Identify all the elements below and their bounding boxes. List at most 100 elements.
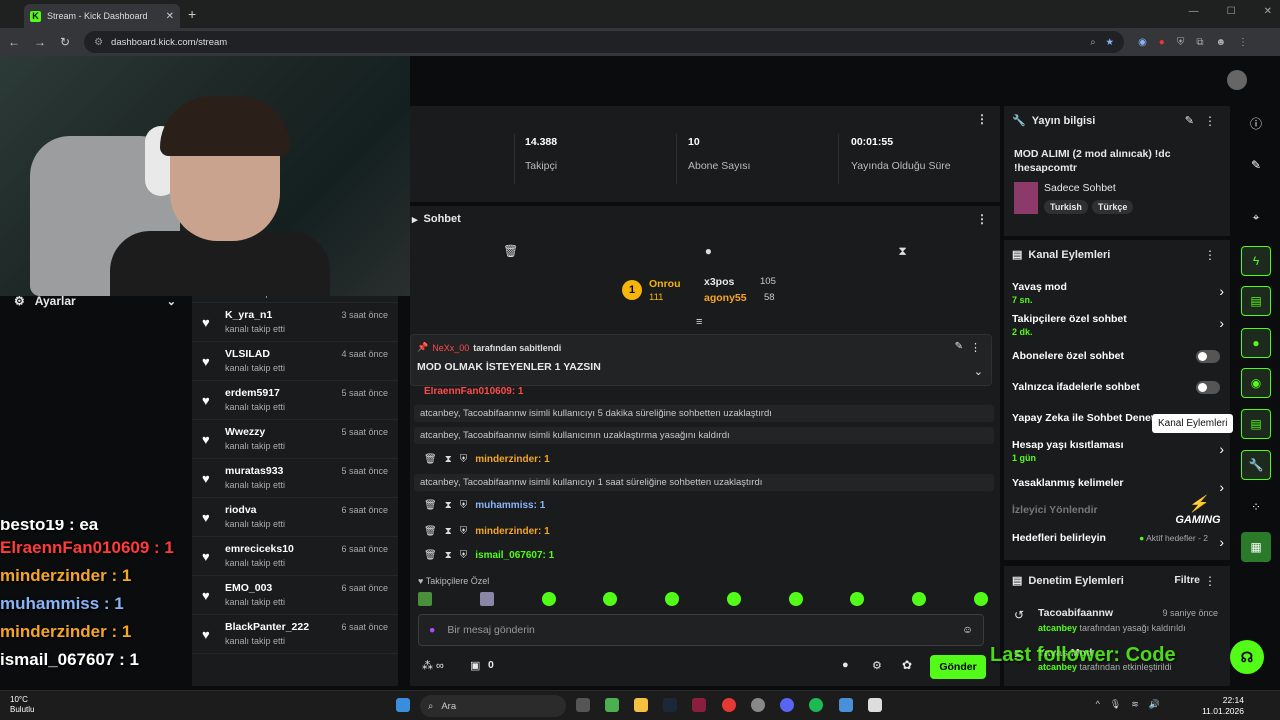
bolt-icon[interactable]: ϟ	[1241, 246, 1271, 276]
emote-icon[interactable]	[603, 592, 618, 606]
wrench-icon[interactable]: 🔧	[1241, 450, 1271, 480]
edit-icon[interactable]: ✎	[1185, 114, 1194, 127]
emote-icon[interactable]	[850, 592, 865, 606]
microphone-icon[interactable]: ●	[429, 624, 435, 636]
app-icon[interactable]	[868, 698, 882, 712]
info-icon[interactable]: ⓘ	[1241, 108, 1271, 138]
emote-icon[interactable]	[912, 592, 927, 606]
emote-icon[interactable]	[479, 592, 494, 606]
chat-bubble-icon[interactable]: ●	[842, 659, 849, 671]
users-icon[interactable]: ⁂ ∞	[422, 659, 444, 672]
collapse-icon[interactable]: ≡	[696, 316, 702, 328]
microphone-icon[interactable]: 🎙	[1110, 699, 1121, 710]
site-info-icon[interactable]: ⚙	[94, 37, 103, 48]
chat-input[interactable]: ● Bir mesaj gönderin ☺	[418, 614, 984, 646]
hourglass-icon[interactable]: ⧗	[898, 244, 906, 259]
gear-icon[interactable]: ⚙	[872, 659, 882, 672]
chat-message[interactable]: muhammiss: 1	[475, 500, 545, 511]
chevron-down-icon[interactable]: ⌄	[974, 365, 983, 378]
forward-icon[interactable]: →	[34, 35, 46, 49]
unpin-icon[interactable]: ✎	[955, 341, 963, 352]
steam-icon[interactable]	[663, 698, 677, 712]
emoji-icon[interactable]: ☺	[962, 624, 973, 636]
close-tab-icon[interactable]: ✕	[166, 11, 174, 22]
action-slow-mode[interactable]: Yavaş mod 7 sn. ›	[1012, 281, 1224, 305]
action-followers-only[interactable]: Takipçilere özel sohbet 2 dk. ›	[1012, 313, 1224, 337]
bookmark-star-icon[interactable]: ★	[1106, 37, 1115, 48]
media-icon[interactable]: ▦	[1241, 532, 1271, 562]
clock[interactable]: 22:14 11.01.2026	[1202, 695, 1244, 717]
trash-icon[interactable]: 🗑	[424, 454, 437, 465]
action-emote-only[interactable]: Yalnızca ifadelerle sohbet	[1012, 381, 1224, 394]
action-goals[interactable]: Hedefleri belirleyin ● Aktif hedefler - 2…	[1012, 532, 1224, 550]
close-window-icon[interactable]: ✕	[1264, 6, 1272, 17]
avatar[interactable]	[1227, 70, 1247, 90]
send-button[interactable]: Gönder	[930, 655, 986, 679]
apps-icon[interactable]: ⁘	[1241, 492, 1271, 522]
more-options-icon[interactable]: ⋮	[1204, 248, 1216, 262]
filter-button[interactable]: Filtre	[1174, 574, 1200, 586]
emote-icon[interactable]	[973, 592, 988, 606]
trash-icon[interactable]: 🗑	[424, 526, 437, 537]
emote-icon[interactable]	[726, 592, 741, 606]
trash-icon[interactable]: 🗑	[424, 500, 437, 511]
emote-icon[interactable]	[418, 592, 432, 606]
emote-icon[interactable]	[541, 592, 556, 606]
obs-icon[interactable]	[751, 698, 765, 712]
more-options-icon[interactable]: ⋮	[970, 341, 981, 354]
clip-icon[interactable]: ⌖	[1241, 202, 1271, 232]
chat-message[interactable]: minderzinder: 1	[475, 526, 549, 537]
chat-bubble-icon[interactable]: ●	[705, 244, 712, 259]
chat-message[interactable]: ismail_067607: 1	[475, 550, 554, 561]
folder-icon[interactable]	[634, 698, 648, 712]
more-options-icon[interactable]: ⋮	[1204, 114, 1216, 128]
maximize-icon[interactable]: ☐	[1227, 6, 1236, 17]
app-icon[interactable]	[839, 698, 853, 712]
toggle[interactable]	[1196, 381, 1220, 394]
channel-actions-icon[interactable]: ▤	[1241, 409, 1271, 439]
hourglass-icon[interactable]: ⧗	[445, 454, 452, 465]
shield-icon[interactable]: ⛨	[1177, 37, 1185, 48]
menu-icon[interactable]: ⋮	[1238, 37, 1248, 48]
discord-icon[interactable]	[780, 698, 794, 712]
app-icon[interactable]	[692, 698, 706, 712]
minecraft-icon[interactable]	[605, 698, 619, 712]
browser-tab[interactable]: K Stream - Kick Dashboard ✕	[24, 4, 180, 28]
edit-icon[interactable]: ✎	[1241, 150, 1271, 180]
action-account-age[interactable]: Hesap yaşı kısıtlaması 1 gün ›	[1012, 439, 1224, 463]
weather-widget[interactable]: 10°C Bulutlu	[10, 695, 34, 715]
chat-bubble-icon[interactable]: ●	[1241, 328, 1271, 358]
hourglass-icon[interactable]: ⧗	[445, 500, 452, 511]
broadcast-icon[interactable]: ◉	[1241, 368, 1271, 398]
emote-picker-icon[interactable]: ✿	[902, 658, 912, 672]
taskbar-search[interactable]: ⌕ Ara	[420, 695, 566, 717]
chevron-down-icon[interactable]: ⌄	[167, 295, 176, 308]
volume-icon[interactable]: 🔊	[1149, 699, 1160, 710]
trash-icon[interactable]: 🗑	[503, 244, 518, 259]
spotify-icon[interactable]	[809, 698, 823, 712]
task-view-icon[interactable]	[576, 698, 590, 712]
minimize-icon[interactable]: —	[1189, 6, 1199, 17]
trash-icon[interactable]: 🗑	[424, 550, 437, 561]
hourglass-icon[interactable]: ⧗	[445, 550, 452, 561]
action-ai-moderation[interactable]: Yapay Zeka ile Sohbet Denetimi	[1012, 412, 1152, 424]
url-bar[interactable]: ⚙ dashboard.kick.com/stream ⌕ ★	[84, 31, 1125, 53]
tag[interactable]: Turkish	[1044, 200, 1088, 214]
more-options-icon[interactable]: ⋮	[1204, 574, 1216, 588]
wifi-icon[interactable]: ≋	[1131, 699, 1139, 710]
puzzle-icon[interactable]: ⧉	[1196, 37, 1203, 48]
reload-icon[interactable]: ↻	[60, 35, 70, 49]
more-options-icon[interactable]: ⋮	[976, 212, 988, 226]
back-icon[interactable]: ←	[8, 35, 20, 49]
new-tab-button[interactable]: +	[188, 6, 196, 22]
chat-message[interactable]: minderzinder: 1	[475, 454, 549, 465]
emote-icon[interactable]	[665, 592, 680, 606]
emote-icon[interactable]	[788, 592, 803, 606]
hourglass-icon[interactable]: ⧗	[445, 526, 452, 537]
tag[interactable]: Türkçe	[1091, 200, 1134, 214]
zoom-icon[interactable]: ⌕	[1090, 37, 1095, 48]
extension-icon[interactable]: ◉	[1138, 37, 1147, 48]
action-subscribers-only[interactable]: Abonelere özel sohbet	[1012, 350, 1224, 363]
action-banned-words[interactable]: Yasaklanmış kelimeler ›	[1012, 477, 1224, 495]
chevron-up-icon[interactable]: ^	[1096, 699, 1100, 710]
